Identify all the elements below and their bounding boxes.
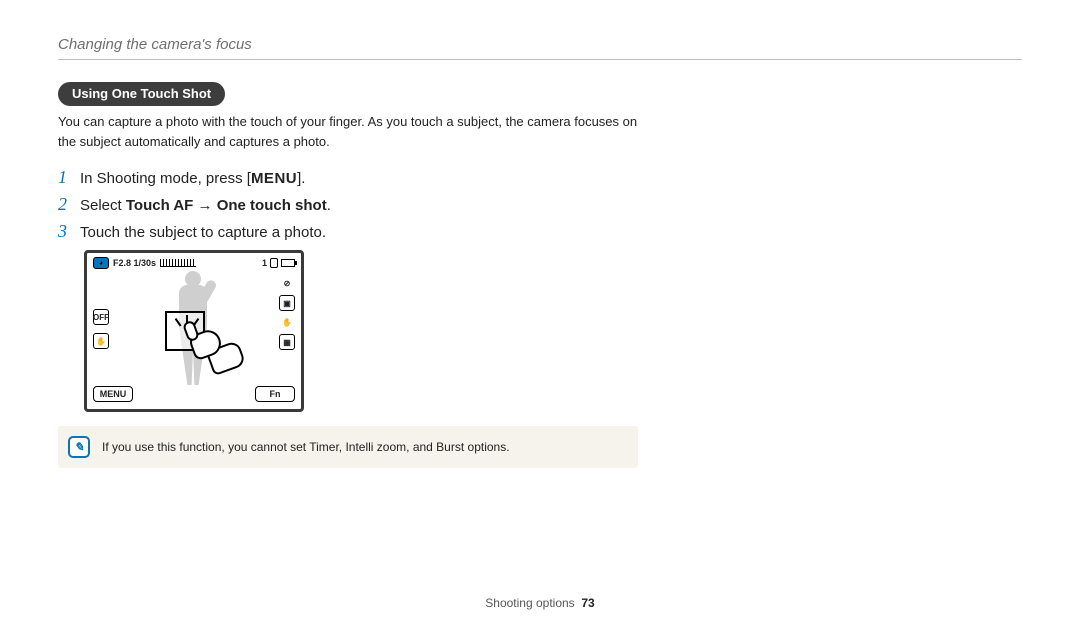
touch-icon: ✋ (93, 333, 109, 349)
step-text-pre: Select (80, 197, 126, 214)
footer-section: Shooting options (485, 596, 574, 610)
menu-label: MENU (251, 170, 297, 187)
card-icon (270, 258, 278, 268)
note-icon: ✎ (68, 436, 90, 458)
mode-icon: ◕ (93, 257, 109, 269)
step-text: In Shooting mode, press [MENU]. (80, 170, 305, 187)
note-text: If you use this function, you cannot set… (102, 440, 510, 454)
soft-key-fn: Fn (255, 386, 295, 402)
exposure-readout: F2.8 1/30s (113, 258, 156, 268)
page-footer: Shooting options 73 (0, 596, 1080, 610)
camera-lcd-illustration: ◕ F2.8 1/30s 1 OFF ✋ ⊘ ▣ ✋ ▦ MENU Fn (84, 250, 304, 412)
step-bold-2: One touch shot (217, 197, 327, 214)
step-text-pre: In Shooting mode, press [ (80, 170, 251, 187)
size-icon: ▣ (279, 295, 295, 311)
stabilizer-icon: ✋ (279, 318, 295, 327)
step-text: Select Touch AF → One touch shot. (80, 197, 331, 214)
page-header-title: Changing the camera's focus (58, 36, 1022, 53)
step-bold-1: Touch AF (126, 197, 194, 214)
step-text-post: ]. (297, 170, 305, 187)
lcd-soft-keys: MENU Fn (93, 386, 295, 404)
metering-icon: ▦ (279, 334, 295, 350)
step-number: 3 (58, 221, 80, 242)
exposure-scale-icon (160, 259, 196, 267)
lcd-left-icons: OFF ✋ (93, 309, 109, 349)
section-intro: You can capture a photo with the touch o… (58, 112, 658, 151)
timer-off-icon: OFF (93, 309, 109, 325)
step-text-post: . (327, 197, 331, 214)
touch-hand-icon (183, 325, 245, 379)
header-divider (58, 59, 1022, 60)
step-number: 2 (58, 194, 80, 215)
flash-off-icon: ⊘ (279, 279, 295, 288)
soft-key-menu: MENU (93, 386, 133, 402)
footer-page-number: 73 (581, 596, 594, 610)
step-number: 1 (58, 167, 80, 188)
battery-icon (281, 259, 295, 267)
step-text: Touch the subject to capture a photo. (80, 224, 326, 241)
arrow-icon: → (193, 197, 216, 214)
shots-remaining: 1 (262, 258, 267, 268)
step-2: 2 Select Touch AF → One touch shot. (58, 194, 1022, 215)
lcd-top-right: 1 (262, 258, 295, 268)
note-box: ✎ If you use this function, you cannot s… (58, 426, 638, 468)
step-3: 3 Touch the subject to capture a photo. (58, 221, 1022, 242)
section-pill: Using One Touch Shot (58, 82, 225, 106)
lcd-right-icons: ⊘ ▣ ✋ ▦ (279, 279, 295, 350)
step-1: 1 In Shooting mode, press [MENU]. (58, 167, 1022, 188)
lcd-top-bar: ◕ F2.8 1/30s 1 (93, 257, 295, 269)
